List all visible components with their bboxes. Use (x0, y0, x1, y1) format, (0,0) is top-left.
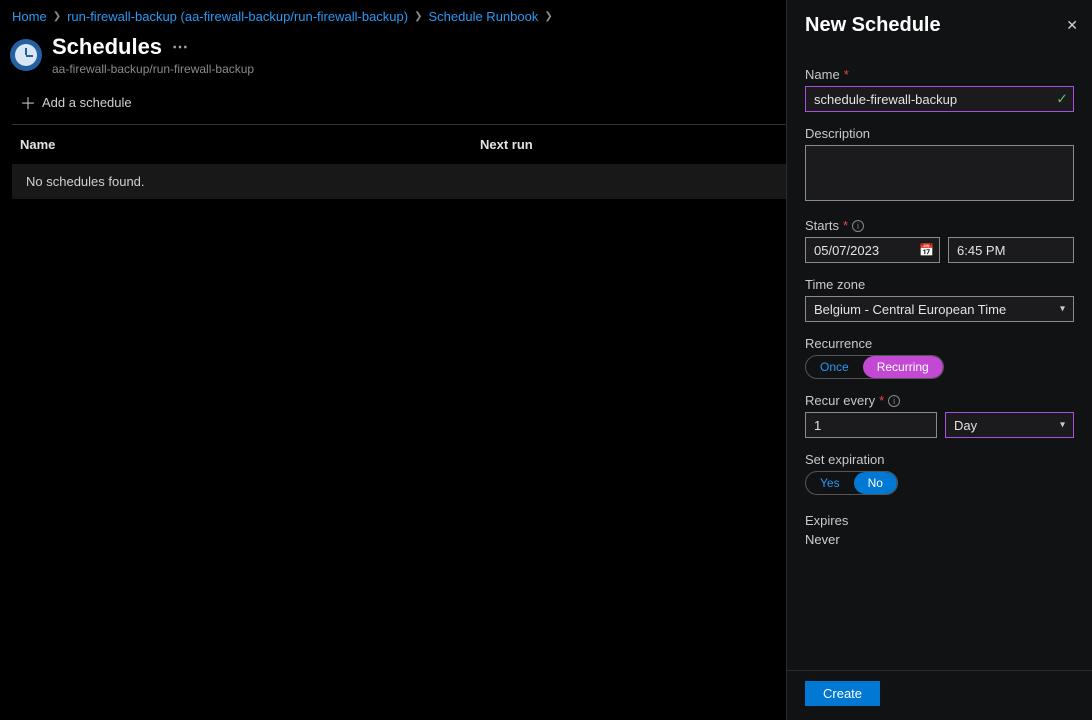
breadcrumb-runbook[interactable]: run-firewall-backup (aa-firewall-backup/… (67, 9, 408, 24)
chevron-right-icon: ❯ (53, 11, 61, 22)
name-label: Name (805, 67, 840, 82)
more-actions-button[interactable]: ⋯ (172, 37, 189, 57)
name-input[interactable] (805, 86, 1074, 112)
page-subtitle: aa-firewall-backup/run-firewall-backup (52, 62, 254, 76)
info-icon[interactable]: i (852, 220, 864, 232)
breadcrumb-home[interactable]: Home (12, 9, 47, 24)
expiration-no[interactable]: No (854, 472, 897, 494)
plus-icon: ＋ (20, 90, 34, 114)
description-input[interactable] (805, 145, 1074, 201)
expires-value: Never (805, 532, 1074, 547)
expires-label: Expires (805, 513, 848, 528)
create-button[interactable]: Create (805, 681, 880, 706)
info-icon[interactable]: i (888, 395, 900, 407)
recur-unit-select[interactable]: Day ▾ (945, 412, 1074, 438)
recurrence-label: Recurrence (805, 336, 872, 351)
recurrence-toggle: Once Recurring (805, 355, 944, 379)
required-marker: * (843, 218, 848, 233)
chevron-down-icon: ▾ (1060, 420, 1065, 431)
close-icon[interactable]: ✕ (1066, 17, 1078, 34)
panel-title: New Schedule (805, 14, 941, 37)
new-schedule-panel: New Schedule ✕ Name * ✓ Description Star… (786, 0, 1092, 720)
set-expiration-label: Set expiration (805, 452, 885, 467)
start-time-input[interactable] (948, 237, 1074, 263)
recur-unit-value: Day (954, 418, 977, 433)
check-icon: ✓ (1056, 91, 1068, 108)
chevron-down-icon: ▾ (1060, 304, 1065, 315)
required-marker: * (879, 393, 884, 408)
recur-every-label: Recur every (805, 393, 875, 408)
timezone-select[interactable]: Belgium - Central European Time ▾ (805, 296, 1074, 322)
expiration-yes[interactable]: Yes (806, 472, 854, 494)
column-name: Name (20, 137, 480, 152)
recur-number-input[interactable] (805, 412, 937, 438)
breadcrumb-schedule[interactable]: Schedule Runbook (428, 9, 538, 24)
recurrence-recurring[interactable]: Recurring (863, 356, 943, 378)
add-schedule-label: Add a schedule (42, 95, 132, 110)
timezone-label: Time zone (805, 277, 865, 292)
expiration-toggle: Yes No (805, 471, 898, 495)
timezone-value: Belgium - Central European Time (814, 302, 1006, 317)
calendar-icon[interactable]: 📅 (919, 243, 934, 257)
starts-label: Starts (805, 218, 839, 233)
description-label: Description (805, 126, 870, 141)
chevron-right-icon: ❯ (414, 11, 422, 22)
chevron-right-icon: ❯ (544, 11, 552, 22)
recurrence-once[interactable]: Once (806, 356, 863, 378)
clock-icon (10, 39, 42, 71)
required-marker: * (844, 67, 849, 82)
page-title: Schedules (52, 34, 162, 60)
